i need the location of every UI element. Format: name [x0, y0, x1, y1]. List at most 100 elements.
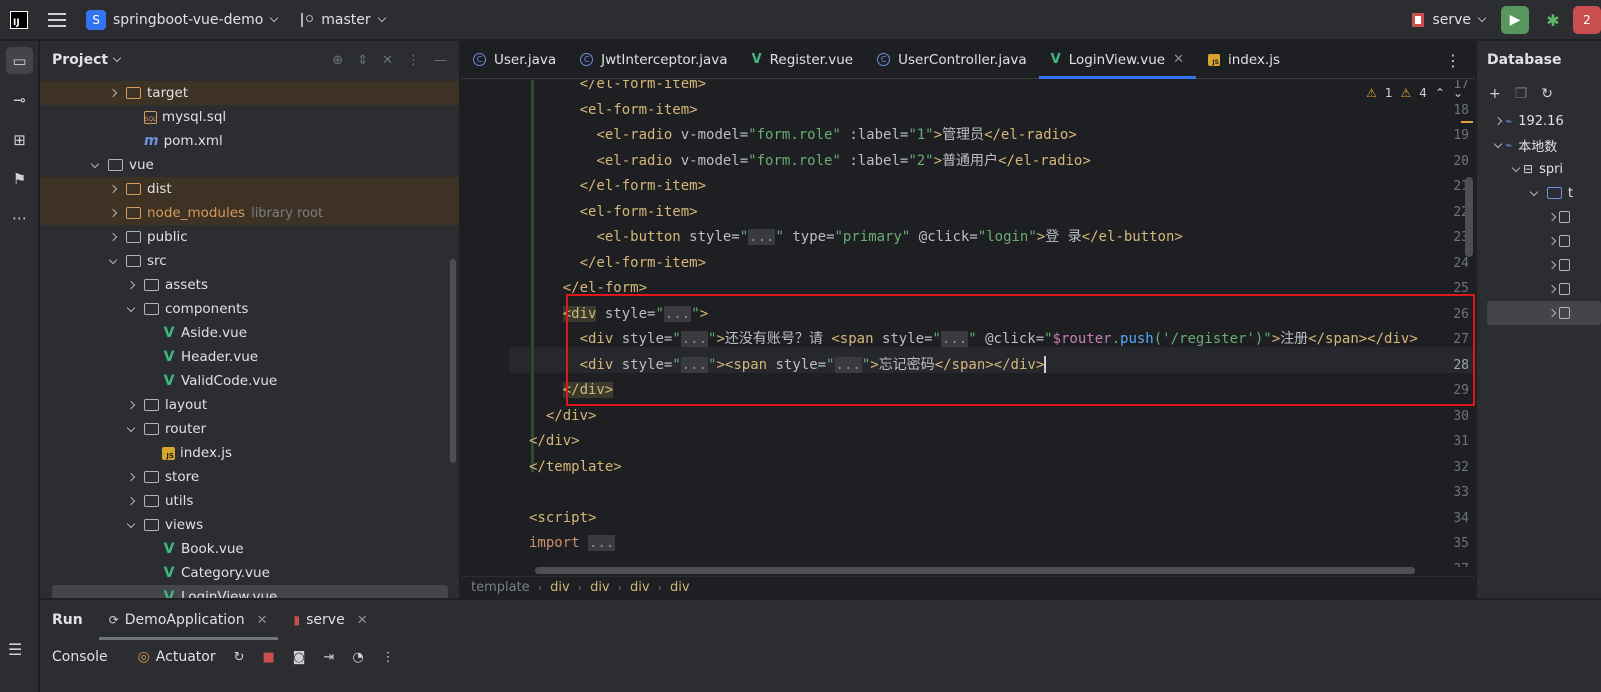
structure-icon[interactable]: ⊞ [6, 126, 33, 153]
db-tree-item[interactable] [1487, 301, 1601, 325]
expand-arrow-icon[interactable] [1527, 192, 1541, 195]
intellij-logo-icon[interactable]: IJ [10, 10, 28, 29]
copy-icon[interactable]: ❐ [1515, 86, 1528, 102]
code-line[interactable]: <div style="..."><span style="...">忘记密码<… [529, 353, 1047, 379]
code-line[interactable]: <el-form-item> [529, 98, 698, 124]
run-config-selector[interactable]: serve [1432, 12, 1471, 28]
collapse-all-icon[interactable]: ✕ [382, 53, 393, 68]
add-icon[interactable]: + [1489, 86, 1501, 102]
expand-arrow-icon[interactable] [124, 524, 138, 527]
db-tree-item[interactable]: ⌁ 本地数 [1477, 133, 1601, 157]
code-line[interactable]: <div style="...">还没有账号？请 <span style="..… [529, 327, 1418, 353]
git-branch-icon[interactable] [299, 12, 314, 27]
expand-arrow-icon[interactable] [124, 282, 138, 288]
project-badge[interactable]: S [86, 9, 106, 30]
tree-item[interactable]: views [40, 513, 459, 537]
tree-item[interactable]: m pom.xml [40, 129, 459, 153]
run-tab[interactable]: ▮ serve ✕ [294, 600, 368, 640]
expand-arrow-icon[interactable] [124, 402, 138, 408]
commit-icon[interactable]: ⊸ [6, 86, 33, 113]
tree-item[interactable]: assets [40, 273, 459, 297]
more-icon[interactable]: ⋯ [6, 204, 33, 231]
debug-button[interactable]: ✱ [1539, 6, 1567, 34]
tree-item[interactable]: V Book.vue [40, 537, 459, 561]
project-name[interactable]: springboot-vue-demo [113, 12, 263, 28]
expand-arrow-icon[interactable] [124, 428, 138, 431]
close-icon[interactable]: ✕ [1173, 52, 1184, 67]
code-line[interactable]: <el-radio v-model="form.role" :label="1"… [529, 123, 1076, 149]
stop-icon[interactable]: ■ [262, 650, 274, 665]
bookmark-icon[interactable]: ⚑ [6, 165, 33, 192]
console-tab[interactable]: Console [52, 649, 108, 665]
code-line[interactable]: </div> [529, 378, 614, 404]
tree-item[interactable]: layout [40, 393, 459, 417]
exit-icon[interactable]: ⇥ [323, 650, 334, 665]
chevron-down-icon[interactable] [270, 13, 279, 22]
code-line[interactable]: <el-form-item> [529, 200, 698, 226]
breadcrumb-item[interactable]: div [550, 580, 570, 595]
expand-arrow-icon[interactable] [1545, 214, 1559, 220]
code-line[interactable]: </el-form-item> [529, 174, 706, 200]
tree-item[interactable]: target [40, 81, 459, 105]
code-line[interactable]: import ... [529, 531, 616, 557]
expand-arrow-icon[interactable] [88, 164, 102, 167]
hide-icon[interactable]: — [434, 53, 447, 68]
editor-vertical-scrollbar[interactable] [1465, 177, 1473, 257]
tree-item[interactable]: utils [40, 489, 459, 513]
chevron-down-icon[interactable] [377, 13, 386, 22]
db-tree-item[interactable] [1477, 205, 1601, 229]
tree-item[interactable]: JS index.js [40, 441, 459, 465]
close-icon[interactable]: ✕ [257, 613, 268, 628]
breadcrumb-item[interactable]: div [670, 580, 690, 595]
run-tab[interactable]: ⟳ DemoApplication ✕ [98, 600, 278, 640]
tree-item[interactable]: node_modules library root [40, 201, 459, 225]
breadcrumb-item[interactable]: div [630, 580, 650, 595]
next-highlight-icon[interactable]: ⌄ [1453, 86, 1463, 100]
camera-icon[interactable]: ◙ [293, 650, 306, 665]
tree-item[interactable]: router [40, 417, 459, 441]
expand-arrow-icon[interactable] [1545, 286, 1559, 292]
db-tree-item[interactable] [1477, 253, 1601, 277]
locate-icon[interactable]: ⊕ [332, 53, 343, 68]
chevron-down-icon[interactable] [1477, 13, 1487, 23]
code-line[interactable]: <el-radio v-model="form.role" :label="2"… [529, 149, 1090, 175]
expand-arrow-icon[interactable] [124, 498, 138, 504]
profiler-icon[interactable]: ◔ [352, 650, 363, 665]
editor-tab[interactable]: C JwtInterceptor.java [568, 41, 739, 78]
code-line[interactable]: </el-form-item> [529, 251, 706, 277]
expand-arrow-icon[interactable] [124, 308, 138, 311]
expand-arrow-icon[interactable] [106, 90, 120, 96]
editor-tab[interactable]: JS index.js [1196, 41, 1292, 78]
editor-tab[interactable]: V Register.vue [740, 41, 866, 78]
tree-item[interactable]: dist [40, 177, 459, 201]
editor-tab[interactable]: C User.java [461, 41, 568, 78]
actuator-tab[interactable]: ◎ Actuator [138, 649, 216, 665]
code-line[interactable]: <script> [529, 506, 596, 532]
code-line[interactable]: <div style="..."> [529, 302, 708, 328]
breadcrumb-item[interactable]: template [471, 580, 530, 595]
rerun-icon[interactable]: ↻ [234, 650, 245, 665]
expand-arrow-icon[interactable] [106, 186, 120, 192]
code-line[interactable]: <el-button style="..." type="primary" @c… [529, 225, 1183, 251]
tree-item[interactable]: vue [40, 153, 459, 177]
branch-name[interactable]: master [321, 12, 370, 28]
expand-arrow-icon[interactable] [1545, 262, 1559, 268]
expand-arrow-icon[interactable] [106, 234, 120, 240]
tree-item[interactable]: src [40, 249, 459, 273]
warning-marker[interactable] [1461, 121, 1473, 123]
tree-item[interactable]: store [40, 465, 459, 489]
db-tree-item[interactable]: t [1477, 181, 1601, 205]
code-area[interactable]: 17 </el-form-item> 18 <el-form-item> 19 <e… [461, 80, 1475, 567]
tree-item[interactable]: public [40, 225, 459, 249]
tree-item[interactable]: SQL mysql.sql [40, 105, 459, 129]
expand-arrow-icon[interactable] [1491, 118, 1505, 124]
database-panel-title[interactable]: Database [1477, 41, 1601, 79]
code-line[interactable]: </div> [529, 404, 597, 430]
editor-tab[interactable]: C UserController.java [865, 41, 1039, 78]
stop-button[interactable]: 2 [1573, 6, 1601, 34]
db-tree-item[interactable]: ⊟ spri [1477, 157, 1601, 181]
inspection-widget[interactable]: ⚠ 1 ⚠ 4 ⌃ ⌄ [1366, 86, 1463, 100]
tree-item[interactable]: V Category.vue [40, 561, 459, 585]
breadcrumb-item[interactable]: div [590, 580, 610, 595]
tab-options-icon[interactable]: ⋮ [1445, 51, 1461, 70]
